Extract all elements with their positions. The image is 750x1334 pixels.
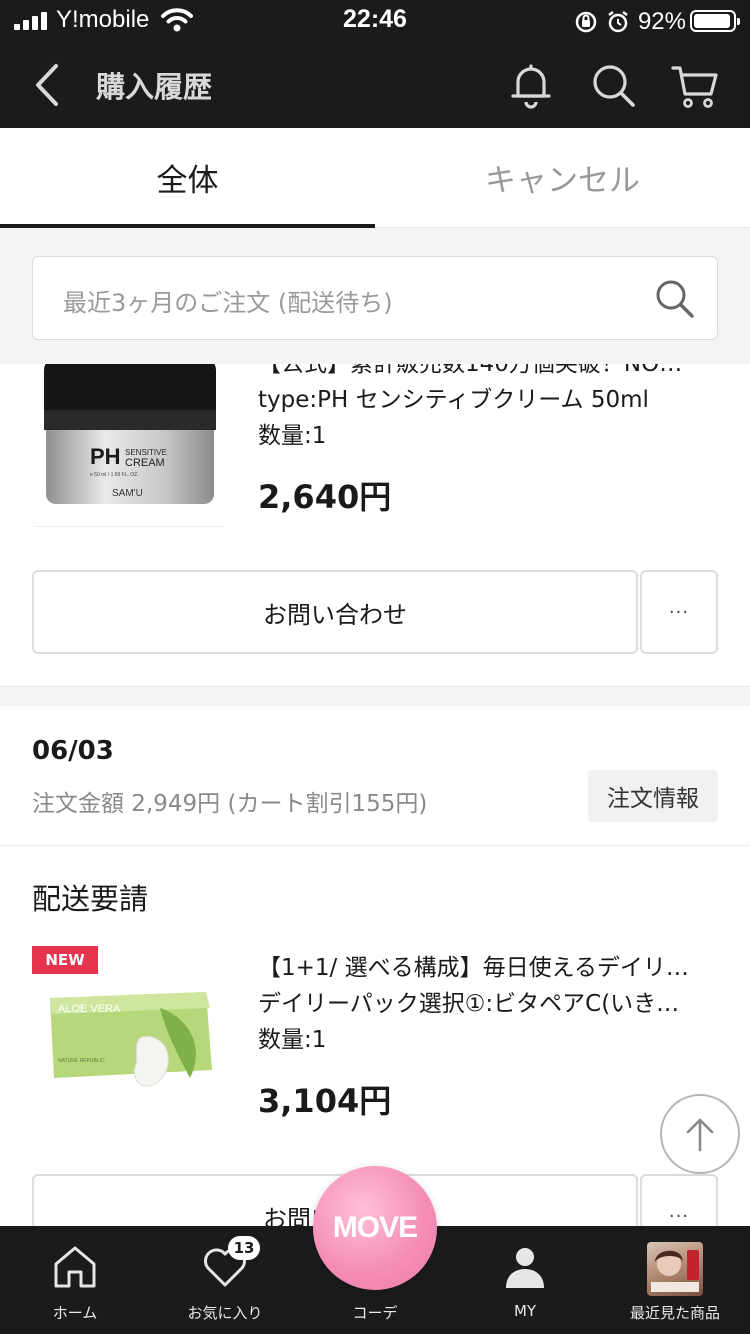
favorites-count-badge: 13 xyxy=(228,1236,260,1260)
order-search-input[interactable]: 最近3ヶ月のご注文 (配送待ち) xyxy=(32,256,718,340)
search-placeholder: 最近3ヶ月のご注文 (配送待ち) xyxy=(63,289,393,317)
arrow-up-icon xyxy=(686,1118,714,1152)
delivery-status: 配送要請 xyxy=(32,882,149,916)
new-badge: NEW xyxy=(32,946,98,974)
more-options-button[interactable]: ··· xyxy=(640,570,718,654)
order-list: PH SENSITIVE CREAM e 50 ml / 1.69 FL. OZ… xyxy=(0,364,750,1226)
product-price: 2,640円 xyxy=(258,478,392,516)
home-icon xyxy=(54,1246,96,1288)
battery-percent: 92% xyxy=(637,8,686,35)
thumb-volume: e 50 ml / 1.69 FL. OZ. xyxy=(90,472,139,478)
thumb-aloe: ALOE VERA xyxy=(58,1003,121,1015)
person-icon xyxy=(506,1248,544,1288)
product-quantity: 数量:1 xyxy=(258,423,327,449)
move-button[interactable]: MOVE xyxy=(313,1166,437,1290)
battery-icon xyxy=(690,10,740,32)
rotation-lock-icon xyxy=(575,11,597,33)
product-image[interactable]: ALOE VERA NATURE REPUBLIC xyxy=(40,978,220,1094)
nav-favorites[interactable]: お気に入り xyxy=(150,1226,300,1334)
product-name: 【1+1/ 選べる構成】毎日使えるデイリ… xyxy=(258,955,689,981)
thumb-brand: SAM'U xyxy=(112,488,143,499)
search-icon[interactable] xyxy=(588,60,638,110)
product-option: デイリーパック選択①:ビタペアC(いき… xyxy=(258,991,680,1017)
inquiry-button[interactable]: お問い合わせ xyxy=(32,570,638,654)
bell-icon[interactable] xyxy=(506,60,556,110)
thumb-cream: CREAM xyxy=(125,457,165,469)
nav-coordinate-label: コーデ xyxy=(352,1304,398,1322)
nav-my[interactable]: MY xyxy=(450,1226,600,1334)
order-actions: お問い合わせ ··· xyxy=(32,570,718,654)
header-bar: 購入履歴 xyxy=(0,42,750,128)
section-divider xyxy=(0,686,750,706)
nav-recent-label: 最近見た商品 xyxy=(629,1304,720,1322)
product-option: type:PH センシティブクリーム 50ml xyxy=(258,387,649,413)
cart-icon[interactable] xyxy=(670,60,720,110)
back-arrow-icon[interactable] xyxy=(24,60,68,110)
tab-cancel[interactable]: キャンセル xyxy=(375,128,750,227)
nav-home-label: ホーム xyxy=(52,1304,98,1322)
thumb-sensitive: SENSITIVE xyxy=(125,448,167,457)
move-label: MOVE xyxy=(332,1211,418,1244)
tab-all[interactable]: 全体 xyxy=(0,128,375,228)
order-info-button[interactable]: 注文情報 xyxy=(588,770,718,822)
order-date: 06/03 xyxy=(32,736,114,766)
product-name: 【公式】累計販売数140万個突破！NO… xyxy=(258,364,683,377)
thumb-ph: PH xyxy=(90,444,121,469)
top-bar: Y!mobile 22:46 92% 購入履歴 xyxy=(0,0,750,128)
order-amount: 注文金額 2,949円 (カート割引155円) xyxy=(32,791,428,817)
nav-recently-viewed[interactable]: 最近見た商品 xyxy=(600,1226,750,1334)
order-tabs: 全体 キャンセル xyxy=(0,128,750,228)
scroll-top-button[interactable] xyxy=(660,1094,740,1174)
search-area: 最近3ヶ月のご注文 (配送待ち) xyxy=(0,228,750,364)
order-item[interactable]: 【1+1/ 選べる構成】毎日使えるデイリ… デイリーパック選択①:ビタペアC(い… xyxy=(258,950,718,1122)
nav-home[interactable]: ホーム xyxy=(0,1226,150,1334)
nav-favorites-label: お気に入り xyxy=(187,1304,263,1322)
status-bar: Y!mobile 22:46 92% xyxy=(0,0,750,42)
search-icon[interactable] xyxy=(651,275,697,321)
page-title: 購入履歴 xyxy=(96,70,213,104)
nav-my-label: MY xyxy=(513,1302,537,1320)
product-quantity: 数量:1 xyxy=(258,1027,327,1053)
product-image: PH SENSITIVE CREAM e 50 ml / 1.69 FL. OZ… xyxy=(34,364,224,515)
more-options-button[interactable]: ··· xyxy=(640,1174,718,1226)
thumb-brand: NATURE REPUBLIC xyxy=(58,1058,105,1064)
alarm-icon xyxy=(608,11,628,33)
recent-product-thumbnail xyxy=(647,1242,703,1296)
product-price: 3,104円 xyxy=(258,1082,392,1120)
order-header: 06/03 注文金額 2,949円 (カート割引155円) 注文情報 xyxy=(0,706,750,846)
